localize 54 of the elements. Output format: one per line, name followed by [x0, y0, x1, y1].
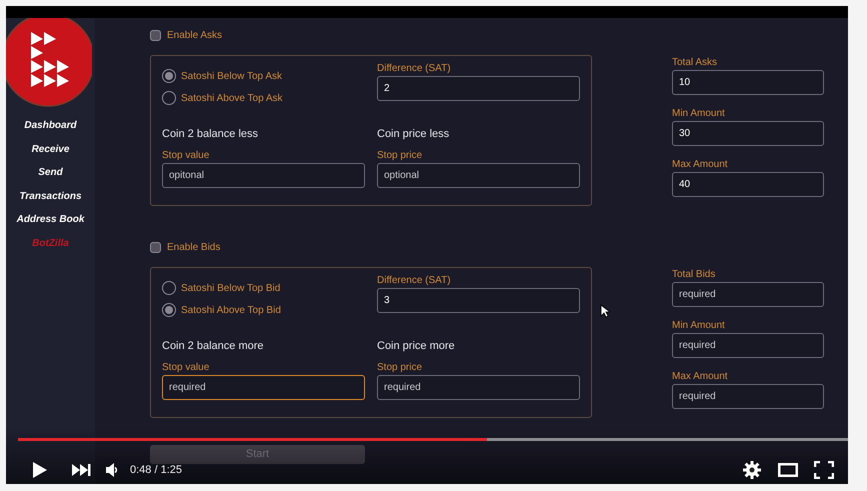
field-label: Stop value	[162, 150, 210, 161]
field-label: Difference (SAT)	[377, 63, 452, 74]
radio-label[interactable]: Satoshi Below Top Bid	[181, 282, 280, 294]
checkbox[interactable]	[150, 30, 161, 41]
radio-label[interactable]: Satoshi Above Top Ask	[181, 92, 283, 104]
radio-label[interactable]: Satoshi Below Top Ask	[181, 70, 282, 82]
field-label: Min Amount	[672, 108, 726, 119]
section-heading: Coin 2 balance less	[162, 128, 260, 140]
logo-icon	[6, 18, 92, 108]
input-field[interactable]: 10	[672, 70, 824, 95]
sidebar-item[interactable]: Address Book	[16, 212, 84, 228]
section-heading: Coin price more	[377, 340, 456, 352]
volume-icon[interactable]	[106, 463, 118, 477]
input-field[interactable]: 40	[672, 172, 824, 197]
field-label: Difference (SAT)	[377, 275, 452, 286]
field-label: Max Amount	[672, 159, 729, 170]
checkbox[interactable]	[150, 242, 161, 253]
input-field[interactable]: required	[377, 375, 580, 400]
sidebar-item[interactable]: Dashboard	[24, 118, 77, 134]
checkbox-label[interactable]: Enable Bids	[167, 242, 220, 253]
input-field[interactable]: required	[672, 333, 824, 358]
radio-label[interactable]: Satoshi Above Top Bid	[181, 304, 281, 316]
settings-icon[interactable]	[743, 461, 761, 479]
sidebar-item[interactable]: Send	[38, 165, 63, 181]
radio-button[interactable]	[162, 281, 176, 295]
mouse-cursor-icon	[600, 304, 610, 318]
field-label: Stop value	[162, 362, 210, 373]
input-field[interactable]: 30	[672, 121, 824, 146]
field-label: Min Amount	[672, 320, 726, 331]
radio-button[interactable]	[162, 303, 176, 317]
input-field[interactable]: required	[672, 384, 824, 409]
section-heading: Coin 2 balance more	[162, 340, 265, 352]
input-field[interactable]: opitonal	[162, 163, 365, 188]
video-time: 0:48 / 1:25	[130, 464, 182, 476]
next-icon[interactable]	[72, 464, 91, 476]
input-field[interactable]: required	[162, 375, 365, 400]
theater-mode-icon[interactable]	[778, 463, 798, 477]
input-field[interactable]: optional	[377, 163, 580, 188]
input-field[interactable]: 3	[377, 288, 580, 313]
input-field[interactable]: required	[672, 282, 824, 307]
field-label: Total Asks	[672, 57, 718, 68]
input-field[interactable]: 2	[377, 76, 580, 101]
field-label: Stop price	[377, 362, 424, 373]
section-heading: Coin price less	[377, 128, 450, 140]
play-icon[interactable]	[32, 461, 48, 479]
radio-button[interactable]	[162, 69, 176, 83]
fullscreen-icon[interactable]	[814, 461, 834, 479]
sidebar-item[interactable]: Transactions	[19, 188, 82, 204]
field-label: Max Amount	[672, 371, 729, 382]
checkbox-label[interactable]: Enable Asks	[167, 30, 222, 41]
sidebar-item[interactable]: Receive	[32, 142, 70, 158]
field-label: Stop price	[377, 150, 424, 161]
radio-button[interactable]	[162, 91, 176, 105]
field-label: Total Bids	[672, 269, 716, 280]
